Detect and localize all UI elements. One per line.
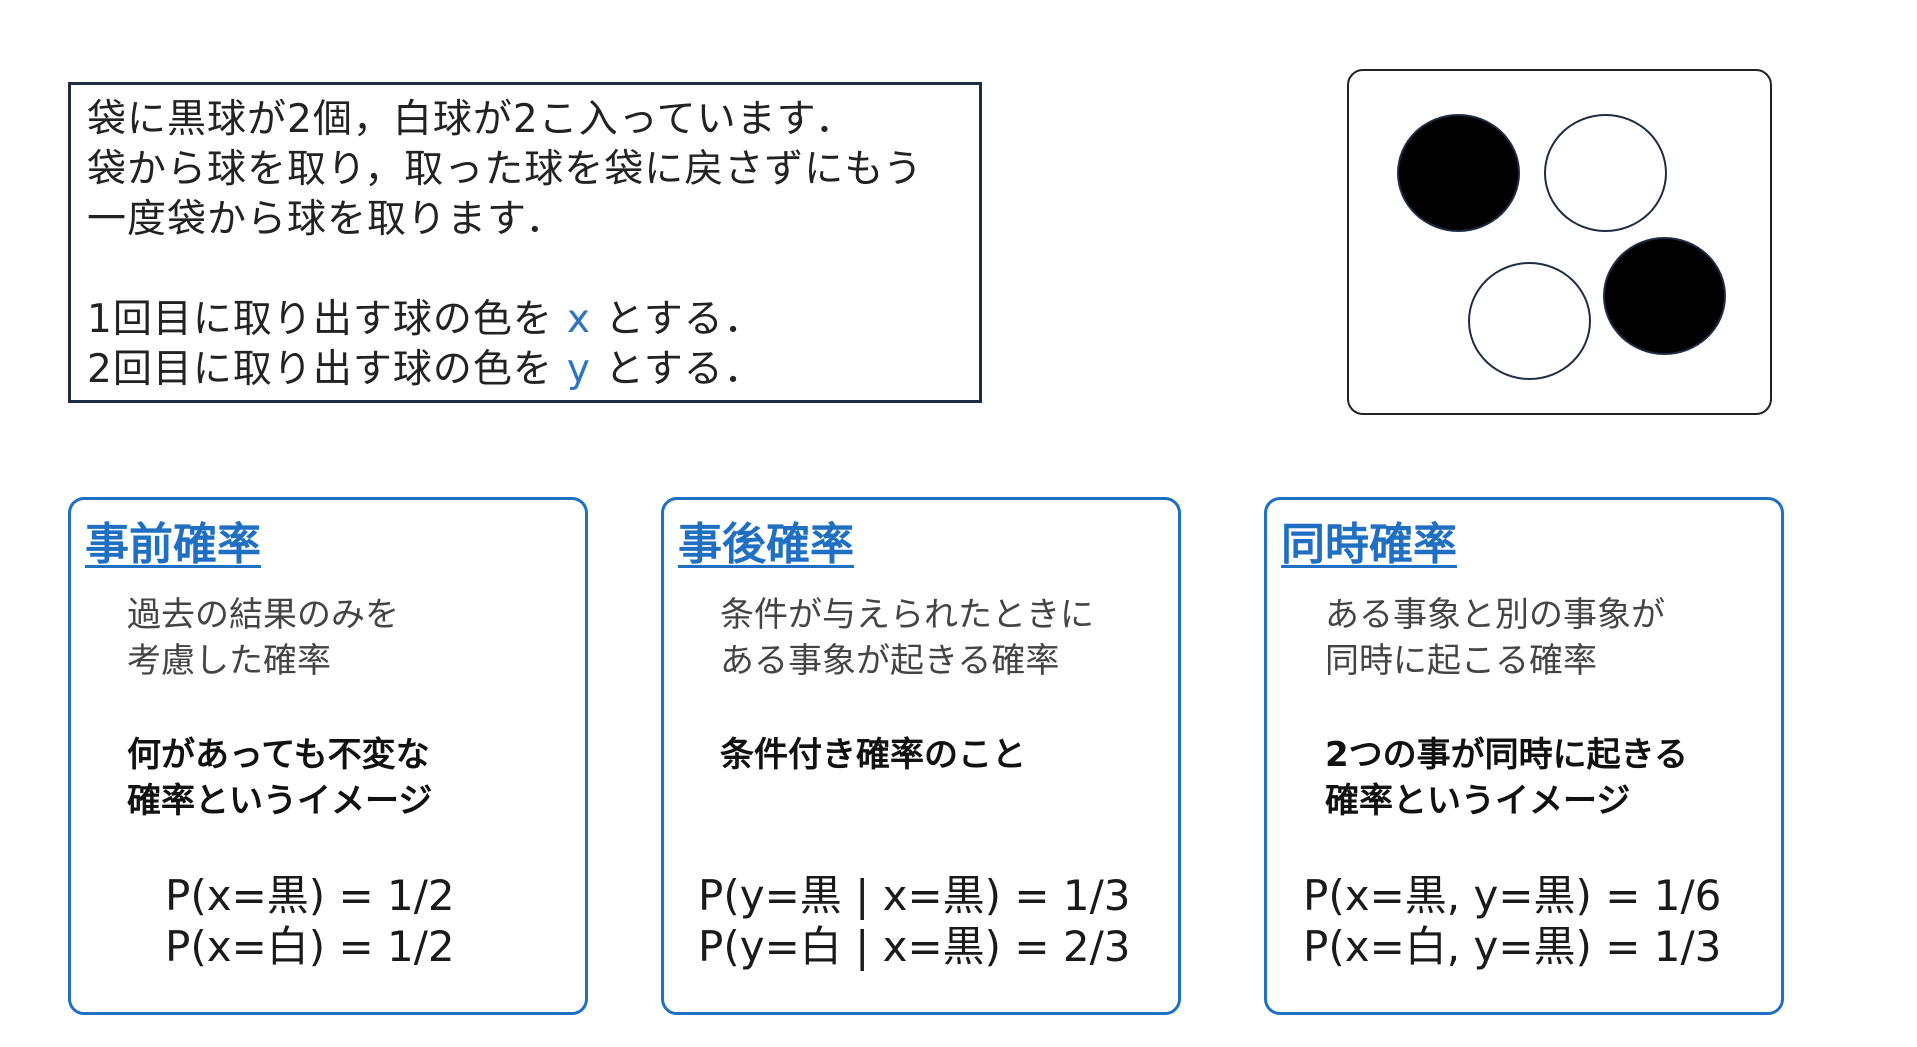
variable-x: x — [566, 297, 591, 342]
emphasis-line: 確率というイメージ — [127, 781, 433, 821]
joint-probability-card: 同時確率 ある事象と別の事象が 同時に起こる確率 2つの事が同時に起きる 確率と… — [1264, 497, 1784, 1015]
posterior-probability-card: 事後確率 条件が与えられたときに ある事象が起きる確率 条件付き確率のこと P(… — [661, 497, 1181, 1015]
problem-line: 袋から球を取り，取った球を袋に戻さずにもう — [87, 147, 924, 192]
card-formulas: P(x=黒) = 1/2 P(x=白) = 1/2 — [165, 870, 455, 972]
emphasis-line: 確率というイメージ — [1325, 781, 1631, 821]
definition-text: 1回目に取り出す球の色を — [87, 297, 553, 342]
prior-probability-card: 事前確率 過去の結果のみを 考慮した確率 何があっても不変な 確率というイメージ… — [68, 497, 588, 1015]
description-line: 条件が与えられたときに — [720, 595, 1094, 635]
card-description: 過去の結果のみを 考慮した確率 — [127, 592, 399, 684]
card-title: 事後確率 — [678, 519, 854, 570]
formula-line: P(x=白, y=黒) = 1/3 — [1303, 922, 1722, 971]
problem-line: 袋に黒球が2個，白球が2こ入っています． — [87, 97, 856, 142]
variable-x-definition: 1回目に取り出す球の色を x とする． — [87, 295, 979, 345]
card-emphasis: 何があっても不変な 確率というイメージ — [127, 732, 432, 824]
problem-line: 一度袋から球を取ります． — [87, 197, 566, 242]
black-ball-icon — [1603, 237, 1726, 355]
card-emphasis: 条件付き確率のこと — [720, 732, 1026, 778]
formula-line: P(x=白) = 1/2 — [165, 922, 455, 971]
black-ball-icon — [1397, 114, 1520, 232]
description-line: 考慮した確率 — [127, 641, 331, 681]
description-line: ある事象が起きる確率 — [720, 641, 1060, 681]
problem-statement-box: 袋に黒球が2個，白球が2こ入っています． 袋から球を取り，取った球を袋に戻さずに… — [68, 82, 982, 403]
emphasis-line: 条件付き確率のこと — [720, 735, 1026, 775]
emphasis-line: 何があっても不変な — [127, 735, 430, 775]
definition-text: とする． — [604, 297, 764, 342]
card-description: ある事象と別の事象が 同時に起こる確率 — [1325, 592, 1665, 684]
card-title: 事前確率 — [85, 519, 261, 570]
formula-line: P(x=黒) = 1/2 — [165, 871, 455, 920]
formula-line: P(y=白 | x=黒) = 2/3 — [698, 922, 1131, 971]
definition-text: 2回目に取り出す球の色を — [87, 347, 553, 392]
emphasis-line: 2つの事が同時に起きる — [1325, 735, 1688, 775]
formula-line: P(x=黒, y=黒) = 1/6 — [1303, 871, 1722, 920]
card-title: 同時確率 — [1281, 519, 1457, 570]
card-emphasis: 2つの事が同時に起きる 確率というイメージ — [1325, 732, 1688, 824]
definition-text: とする． — [604, 347, 764, 392]
description-line: 過去の結果のみを — [127, 595, 399, 635]
white-ball-icon — [1468, 262, 1591, 380]
card-formulas: P(x=黒, y=黒) = 1/6 P(x=白, y=黒) = 1/3 — [1303, 870, 1721, 972]
ball-bag — [1347, 69, 1772, 415]
description-line: ある事象と別の事象が — [1325, 595, 1665, 635]
description-line: 同時に起こる確率 — [1325, 641, 1597, 681]
white-ball-icon — [1544, 114, 1667, 232]
card-description: 条件が与えられたときに ある事象が起きる確率 — [720, 592, 1094, 684]
card-formulas: P(y=黒 | x=黒) = 1/3 P(y=白 | x=黒) = 2/3 — [698, 870, 1131, 972]
variable-y-definition: 2回目に取り出す球の色を y とする． — [87, 345, 979, 395]
formula-line: P(y=黒 | x=黒) = 1/3 — [698, 871, 1131, 920]
variable-y: y — [566, 347, 591, 392]
